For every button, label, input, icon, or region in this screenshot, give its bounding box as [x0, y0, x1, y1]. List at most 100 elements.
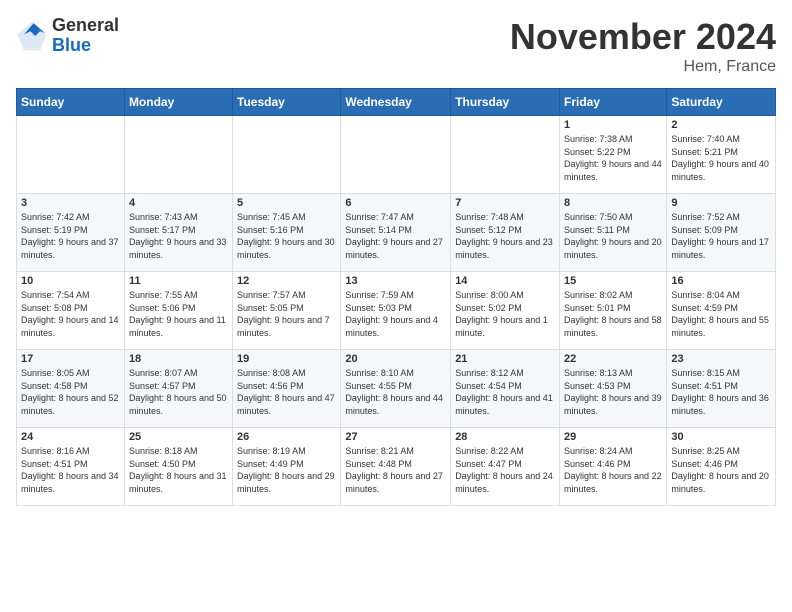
day-info: Sunrise: 8:22 AM Sunset: 4:47 PM Dayligh…: [455, 445, 555, 495]
day-number: 19: [237, 353, 336, 365]
calendar-cell: 24 Sunrise: 8:16 AM Sunset: 4:51 PM Dayli…: [17, 428, 125, 506]
day-number: 15: [564, 275, 662, 287]
day-info: Sunrise: 7:47 AM Sunset: 5:14 PM Dayligh…: [345, 211, 446, 261]
day-number: 10: [21, 275, 120, 287]
col-friday: Friday: [560, 89, 667, 116]
location: Hem, France: [510, 58, 776, 76]
day-info: Sunrise: 7:50 AM Sunset: 5:11 PM Dayligh…: [564, 211, 662, 261]
page: General Blue November 2024 Hem, France S…: [0, 0, 792, 612]
day-number: 8: [564, 197, 662, 209]
col-sunday: Sunday: [17, 89, 125, 116]
calendar-cell: 12 Sunrise: 7:57 AM Sunset: 5:05 PM Dayli…: [233, 272, 341, 350]
calendar-cell: 16 Sunrise: 8:04 AM Sunset: 4:59 PM Dayli…: [667, 272, 776, 350]
day-info: Sunrise: 8:24 AM Sunset: 4:46 PM Dayligh…: [564, 445, 662, 495]
col-monday: Monday: [124, 89, 232, 116]
logo: General Blue: [16, 16, 119, 56]
calendar-cell: [341, 116, 451, 194]
col-wednesday: Wednesday: [341, 89, 451, 116]
calendar-cell: 6 Sunrise: 7:47 AM Sunset: 5:14 PM Daylig…: [341, 194, 451, 272]
day-number: 2: [671, 119, 771, 131]
day-number: 1: [564, 119, 662, 131]
calendar-cell: 14 Sunrise: 8:00 AM Sunset: 5:02 PM Dayli…: [451, 272, 560, 350]
calendar-cell: [124, 116, 232, 194]
day-number: 25: [129, 431, 228, 443]
day-info: Sunrise: 7:59 AM Sunset: 5:03 PM Dayligh…: [345, 289, 446, 339]
title-section: November 2024 Hem, France: [510, 16, 776, 76]
calendar-cell: 5 Sunrise: 7:45 AM Sunset: 5:16 PM Daylig…: [233, 194, 341, 272]
calendar-cell: 28 Sunrise: 8:22 AM Sunset: 4:47 PM Dayli…: [451, 428, 560, 506]
day-number: 11: [129, 275, 228, 287]
day-number: 13: [345, 275, 446, 287]
day-number: 29: [564, 431, 662, 443]
calendar-cell: 2 Sunrise: 7:40 AM Sunset: 5:21 PM Daylig…: [667, 116, 776, 194]
logo-general-text: General: [52, 16, 119, 36]
day-info: Sunrise: 7:48 AM Sunset: 5:12 PM Dayligh…: [455, 211, 555, 261]
day-info: Sunrise: 8:02 AM Sunset: 5:01 PM Dayligh…: [564, 289, 662, 339]
day-info: Sunrise: 7:45 AM Sunset: 5:16 PM Dayligh…: [237, 211, 336, 261]
calendar-week-2: 10 Sunrise: 7:54 AM Sunset: 5:08 PM Dayli…: [17, 272, 776, 350]
day-number: 27: [345, 431, 446, 443]
day-info: Sunrise: 8:04 AM Sunset: 4:59 PM Dayligh…: [671, 289, 771, 339]
day-number: 30: [671, 431, 771, 443]
calendar-cell: 17Sunrise: 8:05 AM Sunset: 4:58 PM Dayli…: [17, 350, 125, 428]
day-number: 18: [129, 353, 228, 365]
day-number: 16: [671, 275, 771, 287]
calendar-week-1: 3Sunrise: 7:42 AM Sunset: 5:19 PM Daylig…: [17, 194, 776, 272]
day-info: Sunrise: 8:15 AM Sunset: 4:51 PM Dayligh…: [671, 367, 771, 417]
calendar-cell: 18 Sunrise: 8:07 AM Sunset: 4:57 PM Dayli…: [124, 350, 232, 428]
day-info: Sunrise: 7:40 AM Sunset: 5:21 PM Dayligh…: [671, 133, 771, 183]
calendar-cell: 3Sunrise: 7:42 AM Sunset: 5:19 PM Daylig…: [17, 194, 125, 272]
day-info: Sunrise: 7:38 AM Sunset: 5:22 PM Dayligh…: [564, 133, 662, 183]
day-info: Sunrise: 8:10 AM Sunset: 4:55 PM Dayligh…: [345, 367, 446, 417]
calendar-cell: 27 Sunrise: 8:21 AM Sunset: 4:48 PM Dayli…: [341, 428, 451, 506]
day-info: Sunrise: 7:52 AM Sunset: 5:09 PM Dayligh…: [671, 211, 771, 261]
day-number: 6: [345, 197, 446, 209]
day-info: Sunrise: 8:08 AM Sunset: 4:56 PM Dayligh…: [237, 367, 336, 417]
calendar-cell: 20 Sunrise: 8:10 AM Sunset: 4:55 PM Dayli…: [341, 350, 451, 428]
day-info: Sunrise: 7:55 AM Sunset: 5:06 PM Dayligh…: [129, 289, 228, 339]
day-number: 26: [237, 431, 336, 443]
day-info: Sunrise: 8:00 AM Sunset: 5:02 PM Dayligh…: [455, 289, 555, 339]
day-info: Sunrise: 7:57 AM Sunset: 5:05 PM Dayligh…: [237, 289, 336, 339]
day-number: 24: [21, 431, 120, 443]
calendar-week-4: 24 Sunrise: 8:16 AM Sunset: 4:51 PM Dayli…: [17, 428, 776, 506]
calendar-cell: 19 Sunrise: 8:08 AM Sunset: 4:56 PM Dayli…: [233, 350, 341, 428]
day-number: 28: [455, 431, 555, 443]
day-number: 5: [237, 197, 336, 209]
day-info: Sunrise: 8:21 AM Sunset: 4:48 PM Dayligh…: [345, 445, 446, 495]
calendar-cell: 13 Sunrise: 7:59 AM Sunset: 5:03 PM Dayli…: [341, 272, 451, 350]
calendar-cell: [17, 116, 125, 194]
calendar-cell: 9 Sunrise: 7:52 AM Sunset: 5:09 PM Daylig…: [667, 194, 776, 272]
calendar-cell: 4 Sunrise: 7:43 AM Sunset: 5:17 PM Daylig…: [124, 194, 232, 272]
calendar-cell: 29 Sunrise: 8:24 AM Sunset: 4:46 PM Dayli…: [560, 428, 667, 506]
calendar-cell: 21Sunrise: 8:12 AM Sunset: 4:54 PM Dayli…: [451, 350, 560, 428]
day-number: 14: [455, 275, 555, 287]
calendar-week-3: 17Sunrise: 8:05 AM Sunset: 4:58 PM Dayli…: [17, 350, 776, 428]
calendar-cell: 11 Sunrise: 7:55 AM Sunset: 5:06 PM Dayli…: [124, 272, 232, 350]
day-number: 20: [345, 353, 446, 365]
day-number: 9: [671, 197, 771, 209]
day-number: 12: [237, 275, 336, 287]
logo-icon: [16, 20, 48, 52]
day-info: Sunrise: 7:43 AM Sunset: 5:17 PM Dayligh…: [129, 211, 228, 261]
day-info: Sunrise: 7:54 AM Sunset: 5:08 PM Dayligh…: [21, 289, 120, 339]
calendar-cell: 22Sunrise: 8:13 AM Sunset: 4:53 PM Dayli…: [560, 350, 667, 428]
day-number: 23: [671, 353, 771, 365]
calendar-cell: 8 Sunrise: 7:50 AM Sunset: 5:11 PM Daylig…: [560, 194, 667, 272]
calendar-cell: [233, 116, 341, 194]
calendar-cell: 15 Sunrise: 8:02 AM Sunset: 5:01 PM Dayli…: [560, 272, 667, 350]
calendar-cell: 30Sunrise: 8:25 AM Sunset: 4:46 PM Dayli…: [667, 428, 776, 506]
day-info: Sunrise: 8:19 AM Sunset: 4:49 PM Dayligh…: [237, 445, 336, 495]
calendar-cell: 10 Sunrise: 7:54 AM Sunset: 5:08 PM Dayli…: [17, 272, 125, 350]
calendar-cell: 7Sunrise: 7:48 AM Sunset: 5:12 PM Daylig…: [451, 194, 560, 272]
calendar-cell: 26 Sunrise: 8:19 AM Sunset: 4:49 PM Dayli…: [233, 428, 341, 506]
calendar-cell: 25 Sunrise: 8:18 AM Sunset: 4:50 PM Dayli…: [124, 428, 232, 506]
day-info: Sunrise: 8:07 AM Sunset: 4:57 PM Dayligh…: [129, 367, 228, 417]
day-info: Sunrise: 8:18 AM Sunset: 4:50 PM Dayligh…: [129, 445, 228, 495]
day-info: Sunrise: 8:12 AM Sunset: 4:54 PM Dayligh…: [455, 367, 555, 417]
day-info: Sunrise: 8:16 AM Sunset: 4:51 PM Dayligh…: [21, 445, 120, 495]
logo-blue-text: Blue: [52, 36, 119, 56]
day-number: 4: [129, 197, 228, 209]
day-number: 17: [21, 353, 120, 365]
calendar-cell: [451, 116, 560, 194]
